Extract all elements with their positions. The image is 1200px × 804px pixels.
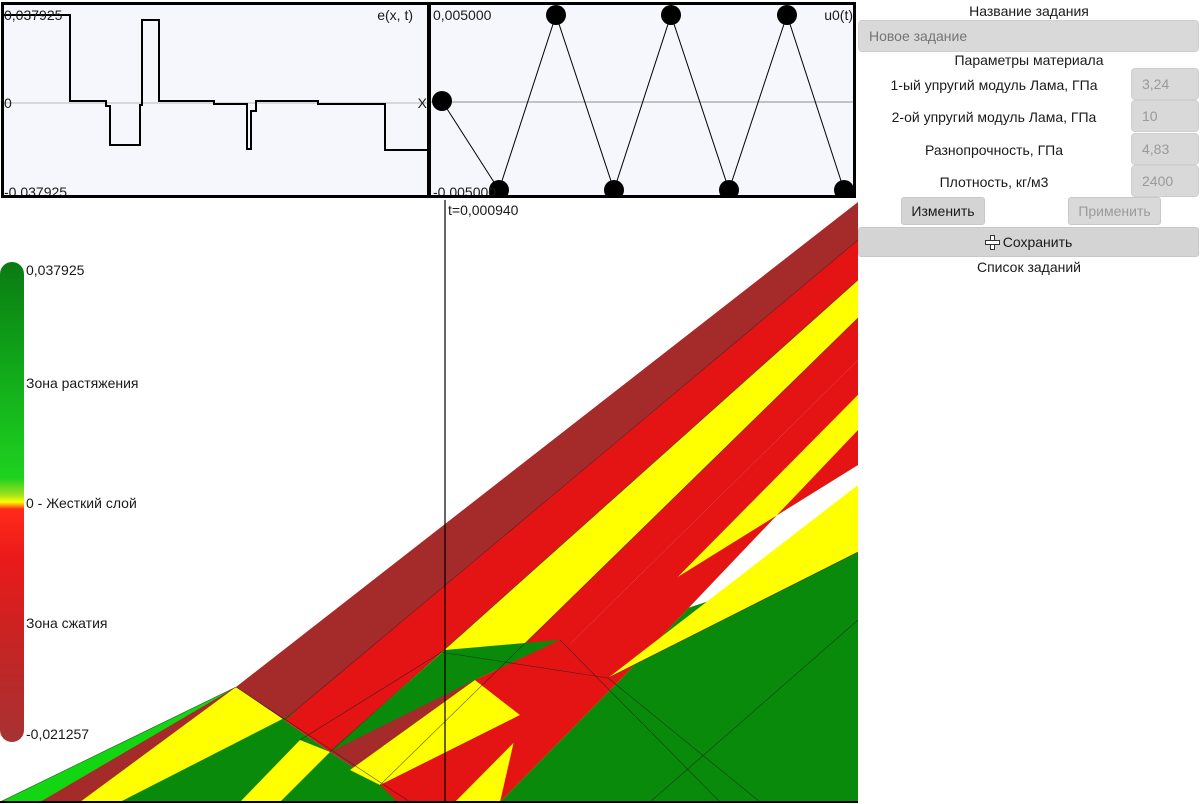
time-cursor-label: t=0,000940 bbox=[448, 202, 519, 218]
color-scale-bar bbox=[0, 262, 24, 742]
save-button-label: Сохранить bbox=[1002, 234, 1073, 250]
param-input-strength-diff[interactable] bbox=[1131, 133, 1199, 165]
param-input-lame-1[interactable] bbox=[1131, 68, 1199, 100]
displacement-point bbox=[604, 180, 624, 195]
displacement-point bbox=[546, 5, 566, 25]
param-label-lame-1: 1-ый упругий модуль Лама, ГПа bbox=[890, 77, 1098, 93]
strain-plot-max-label: 0,037925 bbox=[4, 7, 63, 23]
edit-button[interactable]: Изменить bbox=[901, 197, 985, 225]
displacement-plot-min-label: -0,005000 bbox=[433, 184, 497, 198]
displacement-points bbox=[432, 5, 853, 195]
displacement-plot: 0,005000 -0,005000 u0(t) bbox=[428, 2, 856, 198]
displacement-point bbox=[719, 180, 739, 195]
strain-curve bbox=[4, 14, 427, 151]
tasks-list-header: Список заданий bbox=[976, 259, 1081, 275]
displacement-point bbox=[432, 91, 452, 111]
displacement-point bbox=[777, 5, 797, 25]
legend-min-label: -0,021257 bbox=[26, 726, 90, 742]
strain-plot-zero-label: 0 bbox=[4, 95, 12, 111]
param-label-strength-diff: Разнопрочность, ГПа bbox=[924, 142, 1063, 158]
strain-plot-min-label: -0,037925 bbox=[4, 184, 68, 198]
param-label-lame-2: 2-ой упругий модуль Лама, ГПа bbox=[891, 109, 1097, 125]
legend-zero-label: 0 - Жесткий слой bbox=[26, 495, 137, 511]
param-input-density[interactable] bbox=[1131, 165, 1199, 197]
legend-max-label: 0,037925 bbox=[26, 262, 85, 278]
displacement-plot-max-label: 0,005000 bbox=[433, 7, 492, 23]
settings-panel: Название задания Параметры материала 1-ы… bbox=[858, 0, 1200, 804]
param-input-lame-2[interactable] bbox=[1131, 100, 1199, 132]
apply-button[interactable]: Применить bbox=[1068, 197, 1161, 225]
plus-icon bbox=[984, 235, 1000, 250]
displacement-point bbox=[834, 180, 853, 195]
strain-plot-x-axis-label: X bbox=[417, 95, 427, 111]
material-params-header: Параметры материала bbox=[954, 52, 1104, 68]
task-name-input[interactable] bbox=[858, 20, 1199, 52]
save-button[interactable]: Сохранить bbox=[858, 227, 1199, 257]
strain-plot-svg bbox=[4, 14, 427, 151]
task-name-header: Название задания bbox=[969, 3, 1089, 19]
displacement-plot-title: u0(t) bbox=[824, 7, 853, 23]
legend-compression-label: Зона сжатия bbox=[26, 615, 108, 631]
diagram-bottom-border bbox=[0, 801, 858, 803]
displacement-point bbox=[661, 5, 681, 25]
displacement-plot-svg bbox=[431, 5, 853, 195]
legend-tension-label: Зона растяжения bbox=[26, 375, 139, 391]
strain-plot-title: e(x, t) bbox=[377, 7, 413, 23]
param-label-density: Плотность, кг/м3 bbox=[939, 174, 1049, 190]
strain-plot: 0,037925 0 -0,037925 e(x, t) X bbox=[1, 2, 430, 198]
